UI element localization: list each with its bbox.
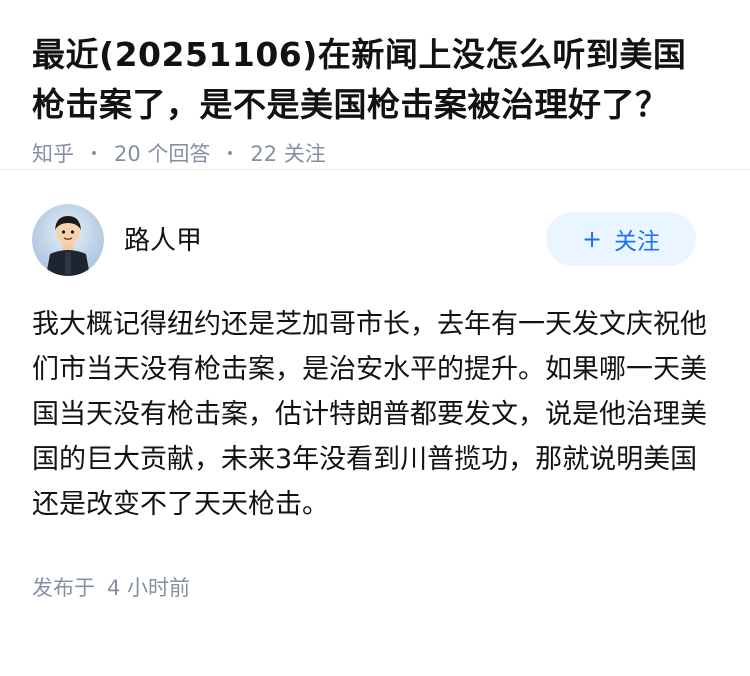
avatar[interactable] (32, 204, 104, 276)
published-time: 4 小时前 (107, 576, 191, 600)
question-meta: 知乎 20 个回答 22 关注 (32, 138, 718, 168)
follow-button-label: 关注 (614, 229, 661, 255)
question-title[interactable]: 最近(20251106)在新闻上没怎么听到美国枪击案了，是不是美国枪击案被治理好… (32, 30, 718, 130)
author-row: 路人甲 + 关注 (32, 204, 718, 294)
answer-content[interactable]: 我大概记得纽约还是芝加哥市长，去年有一天发文庆祝他们市当天没有枪击案，是治安水平… (32, 302, 722, 527)
answer-footer: 发布于 4 小时前 (32, 572, 718, 602)
avatar-cartoon-student-icon (32, 204, 104, 276)
follower-count[interactable]: 22 关注 (250, 138, 325, 168)
answer-text: 我大概记得纽约还是芝加哥市长，去年有一天发文庆祝他们市当天没有枪击案，是治安水平… (32, 309, 707, 520)
author-name[interactable]: 路人甲 (124, 220, 202, 257)
follow-button[interactable]: + 关注 (546, 212, 696, 266)
answer-count[interactable]: 20 个回答 (114, 138, 210, 168)
separator-dot (228, 151, 233, 155)
published-prefix: 发布于 (32, 576, 95, 600)
plus-icon: + (581, 225, 603, 253)
separator-dot (92, 151, 96, 155)
answer-card: 路人甲 + 关注 我大概记得纽约还是芝加哥市长，去年有一天发文庆祝他们市当天没有… (0, 170, 750, 602)
source-label[interactable]: 知乎 (32, 138, 74, 168)
question-header: 最近(20251106)在新闻上没怎么听到美国枪击案了，是不是美国枪击案被治理好… (0, 0, 750, 170)
